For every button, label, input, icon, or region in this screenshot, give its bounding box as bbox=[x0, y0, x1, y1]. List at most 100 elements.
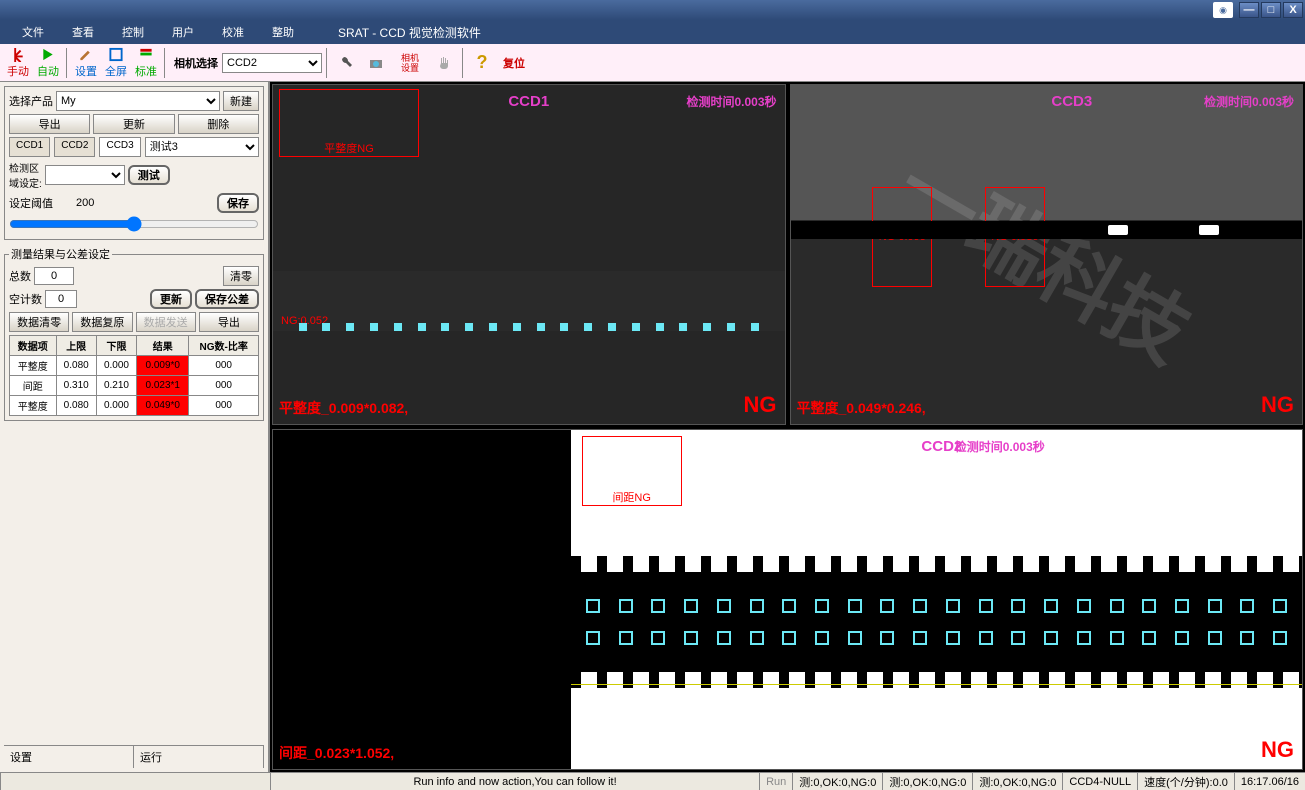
menu-user[interactable]: 用户 bbox=[158, 24, 208, 40]
camera-select-group: 相机选择 bbox=[170, 55, 218, 71]
view-ccd1[interactable]: CCD1 检测时间0.003秒 平整度NG NG:0.052 平整度_0.009… bbox=[272, 84, 786, 425]
empty-label: 空计数 bbox=[9, 291, 42, 307]
status-time: 16:17.06/16 bbox=[1234, 773, 1305, 790]
menu-calibrate[interactable]: 校准 bbox=[208, 24, 258, 40]
ccd2-ng: NG bbox=[1261, 737, 1294, 763]
save-tolerance-button[interactable]: 保存公差 bbox=[195, 289, 259, 309]
data-export-button[interactable]: 导出 bbox=[199, 312, 259, 332]
data-table: 数据项 上限 下限 结果 NG数-比率 平整度 0.080 0.000 0.00… bbox=[9, 335, 259, 416]
ccd2-time: 检测时间0.003秒 bbox=[955, 438, 1045, 455]
product-panel: 选择产品 My 新建 导出 更新 删除 CCD1 CCD2 CCD3 测试3 检… bbox=[4, 86, 264, 240]
ccd3-ng: NG bbox=[1261, 392, 1294, 418]
close-button[interactable]: X bbox=[1283, 2, 1303, 18]
test-select[interactable]: 测试3 bbox=[145, 137, 259, 157]
fullscreen-button[interactable]: 全屏 bbox=[102, 46, 130, 80]
tab-settings[interactable]: 设置 bbox=[4, 746, 134, 768]
camera-views: CCD1 检测时间0.003秒 平整度NG NG:0.052 平整度_0.009… bbox=[270, 82, 1305, 772]
hand-icon[interactable] bbox=[430, 46, 458, 80]
product-select[interactable]: My bbox=[56, 91, 220, 111]
auto-button[interactable]: 自动 bbox=[34, 46, 62, 80]
status-runinfo: Run info and now action,You can follow i… bbox=[270, 773, 759, 790]
data-recover-button[interactable]: 数据复原 bbox=[72, 312, 132, 332]
menu-control[interactable]: 控制 bbox=[108, 24, 158, 40]
product-label: 选择产品 bbox=[9, 93, 53, 109]
toolbar: 手动 自动 设置 全屏 标准 相机选择 CCD2 相机 设置 ? 复位 bbox=[0, 44, 1305, 82]
camera-select-label: 相机选择 bbox=[174, 55, 218, 71]
view-ccd3[interactable]: 一瑞科技 CCD3 检测时间0.003秒 NG 0.095 NG 0.086 平… bbox=[790, 84, 1304, 425]
ccd2-yellowline bbox=[571, 684, 1302, 685]
threshold-label: 设定阈值 bbox=[9, 195, 53, 211]
camera-settings-button[interactable]: 相机 设置 bbox=[392, 46, 428, 80]
help-button[interactable]: ? bbox=[468, 46, 496, 80]
export-button[interactable]: 导出 bbox=[9, 114, 90, 134]
ccd2-connector bbox=[571, 572, 1302, 672]
th-ng: NG数-比率 bbox=[189, 336, 259, 356]
settings-button[interactable]: 设置 bbox=[72, 46, 100, 80]
status-run: Run bbox=[759, 773, 792, 790]
table-row: 平整度 0.080 0.000 0.009*0 000 bbox=[10, 356, 259, 376]
ccd3-measurement: 平整度_0.049*0.246, bbox=[797, 398, 926, 418]
menu-view[interactable]: 查看 bbox=[58, 24, 108, 40]
menu-bar: 文件 查看 控制 用户 校准 整助 SRAT - CCD 视觉检测软件 bbox=[0, 20, 1305, 44]
tab-run[interactable]: 运行 bbox=[134, 746, 264, 768]
refresh-button[interactable]: 更新 bbox=[150, 289, 192, 309]
ccd3-time: 检测时间0.003秒 bbox=[1204, 93, 1294, 110]
new-button[interactable]: 新建 bbox=[223, 91, 259, 111]
table-row: 间距 0.310 0.210 0.023*1 000 bbox=[10, 376, 259, 396]
status-left bbox=[0, 773, 270, 790]
maximize-button[interactable]: □ bbox=[1261, 2, 1281, 18]
tab-ccd1[interactable]: CCD1 bbox=[9, 137, 50, 157]
view-ccd2[interactable]: ◎ CCD2 检测时间0.003秒 间距NG 间距_0.023*1.052, N… bbox=[272, 429, 1303, 770]
tab-ccd2[interactable]: CCD2 bbox=[54, 137, 95, 157]
ccd1-time: 检测时间0.003秒 bbox=[686, 93, 776, 110]
window-titlebar: ◉ — □ X bbox=[0, 0, 1305, 20]
status-meas1: 测:0,OK:0,NG:0 bbox=[792, 773, 882, 790]
delete-button[interactable]: 删除 bbox=[178, 114, 259, 134]
save-button[interactable]: 保存 bbox=[217, 193, 259, 213]
clear-button[interactable]: 清零 bbox=[223, 266, 259, 286]
status-meas2: 测:0,OK:0,NG:0 bbox=[882, 773, 972, 790]
empty-value: 0 bbox=[45, 290, 77, 308]
ccd1-measurement: 平整度_0.009*0.082, bbox=[279, 398, 408, 418]
camera-select[interactable]: CCD2 bbox=[222, 53, 322, 73]
status-bar: Run info and now action,You can follow i… bbox=[0, 772, 1305, 790]
manual-button[interactable]: 手动 bbox=[4, 46, 32, 80]
data-send-button[interactable]: 数据发送 bbox=[136, 312, 196, 332]
ccd3-label: CCD3 bbox=[1051, 93, 1092, 110]
test-button[interactable]: 测试 bbox=[128, 165, 170, 185]
tool-icon-1[interactable] bbox=[332, 46, 360, 80]
ccd2-measurement: 间距_0.023*1.052, bbox=[279, 743, 394, 763]
status-speed: 速度(个/分钟):0.0 bbox=[1137, 773, 1234, 790]
standard-button[interactable]: 标准 bbox=[132, 46, 160, 80]
tab-ccd3[interactable]: CCD3 bbox=[99, 137, 140, 157]
table-row: 平整度 0.080 0.000 0.049*0 000 bbox=[10, 396, 259, 416]
ccd1-strip: NG:0.052 bbox=[273, 271, 785, 331]
th-lower: 下限 bbox=[96, 336, 136, 356]
region-label: 检测区 域设定: bbox=[9, 160, 42, 190]
total-value: 0 bbox=[34, 267, 74, 285]
reset-button[interactable]: 复位 bbox=[498, 46, 530, 80]
minimize-button[interactable]: — bbox=[1239, 2, 1259, 18]
status-meas3: 测:0,OK:0,NG:0 bbox=[972, 773, 1062, 790]
app-logo-icon: ◉ bbox=[1213, 2, 1233, 18]
status-ccd4: CCD4-NULL bbox=[1062, 773, 1137, 790]
watermark-icon: 一瑞科技 bbox=[790, 84, 1304, 425]
menu-help[interactable]: 整助 bbox=[258, 24, 308, 40]
ccd2-gap-box: 间距NG bbox=[582, 436, 682, 506]
menu-file[interactable]: 文件 bbox=[8, 24, 58, 40]
app-title: SRAT - CCD 视觉检测软件 bbox=[338, 24, 481, 41]
threshold-slider[interactable] bbox=[9, 216, 259, 232]
th-item: 数据项 bbox=[10, 336, 57, 356]
th-upper: 上限 bbox=[56, 336, 96, 356]
data-clear-button[interactable]: 数据清零 bbox=[9, 312, 69, 332]
total-label: 总数 bbox=[9, 268, 31, 284]
sidebar-bottom-tabs: 设置 运行 bbox=[4, 745, 264, 768]
camera-icon[interactable] bbox=[362, 46, 390, 80]
threshold-value: 200 bbox=[76, 197, 94, 209]
region-select[interactable] bbox=[45, 165, 125, 185]
th-result: 结果 bbox=[137, 336, 189, 356]
update-button[interactable]: 更新 bbox=[93, 114, 174, 134]
ccd1-ng: NG bbox=[744, 392, 777, 418]
ccd1-flatness-box: 平整度NG bbox=[279, 89, 419, 157]
ccd3-strip bbox=[791, 221, 1303, 239]
